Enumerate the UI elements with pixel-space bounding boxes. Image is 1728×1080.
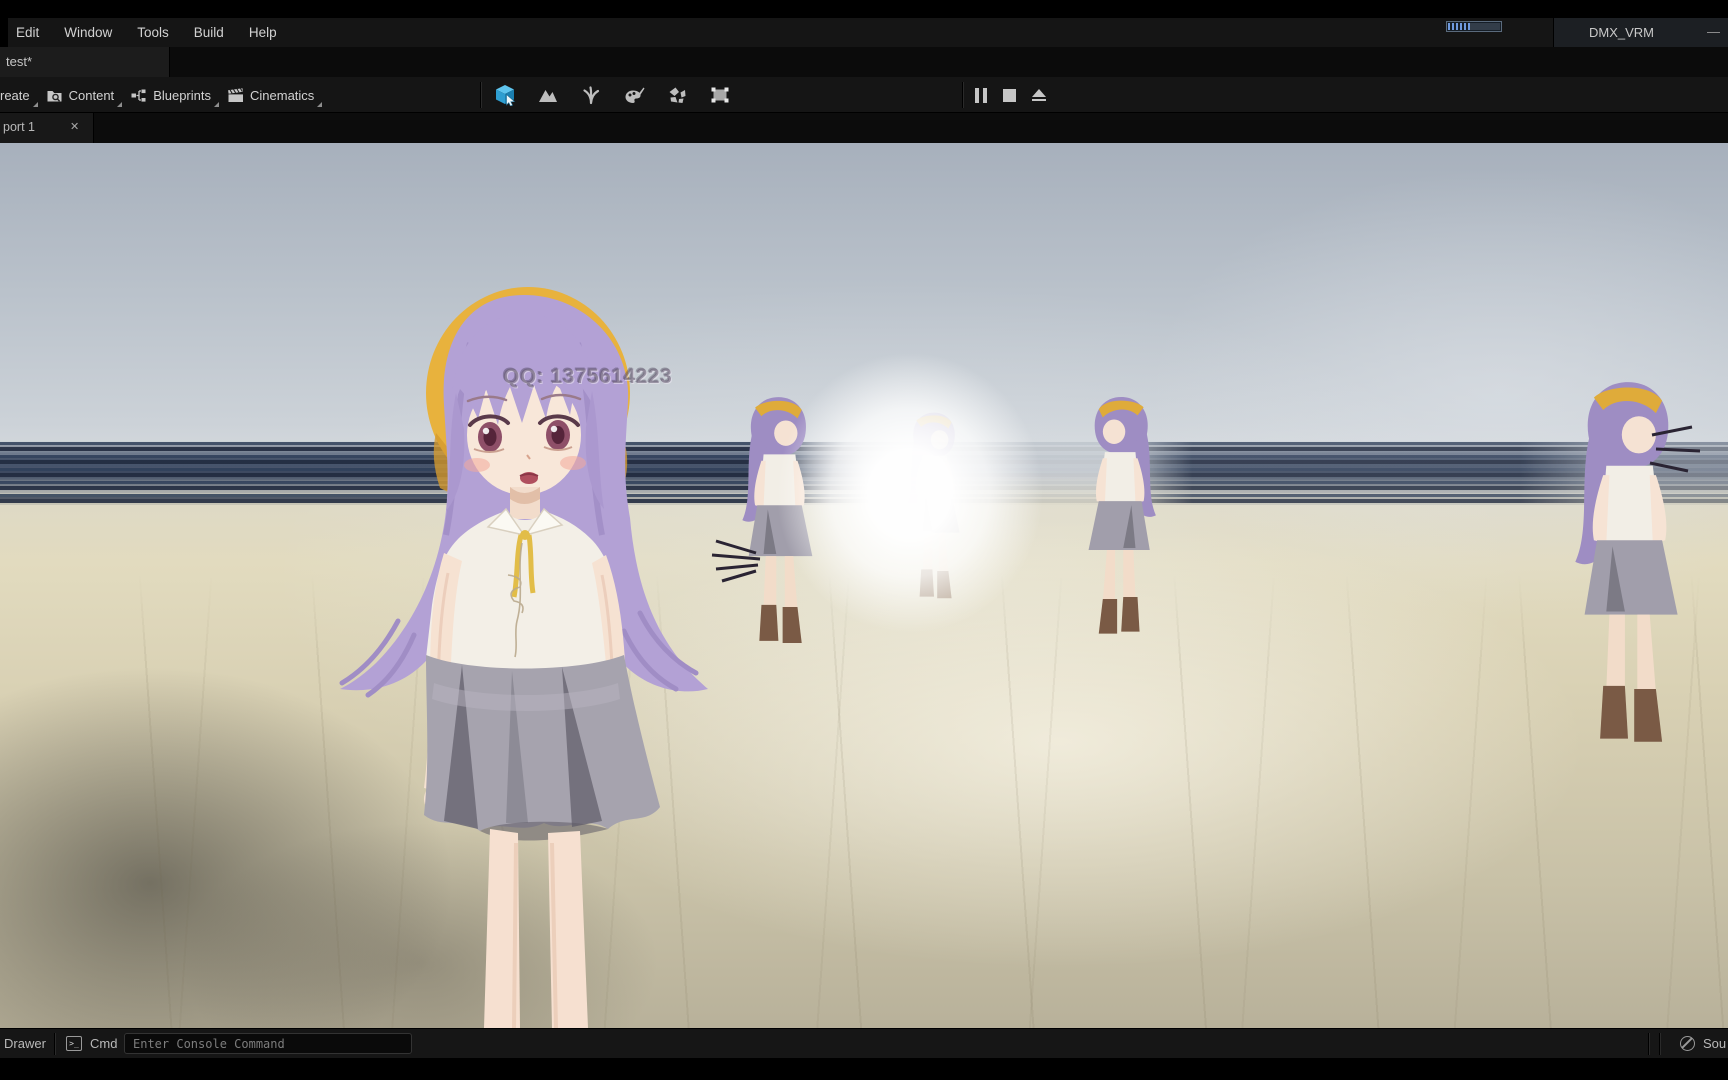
console-command-box	[124, 1033, 412, 1054]
source-control-button[interactable]: Sou	[1703, 1036, 1726, 1051]
memory-indicator	[1446, 21, 1502, 32]
asset-tab-label: test*	[6, 54, 33, 69]
content-button-label: Content	[68, 87, 115, 103]
menu-bar: Edit Window Tools Build Help DMX_VRM —	[0, 18, 1728, 47]
content-folder-icon	[47, 90, 62, 102]
eject-button[interactable]	[1032, 88, 1046, 102]
cinematics-button-label: Cinematics	[250, 87, 315, 103]
menu-help[interactable]: Help	[249, 18, 277, 47]
viewport-tab-label: port 1	[3, 120, 35, 134]
dropdown-corner-icon	[317, 102, 323, 107]
main-character	[339, 287, 708, 1028]
tab-viewport-1[interactable]: port 1 ✕	[0, 113, 94, 143]
window-title-area: DMX_VRM —	[1553, 18, 1728, 47]
close-icon[interactable]: ✕	[70, 120, 79, 133]
terminal-icon: >_	[66, 1036, 82, 1051]
landscape-mode-icon[interactable]	[537, 84, 559, 106]
stop-button[interactable]	[1003, 88, 1016, 102]
editor-modes	[494, 77, 731, 113]
source-control-off-icon	[1680, 1036, 1695, 1051]
console-command-input[interactable]	[125, 1034, 411, 1053]
glitch-wisps-right	[1649, 425, 1701, 473]
status-bar: Drawer >_ Cmd Sou	[0, 1028, 1728, 1058]
statusbar-divider	[54, 1033, 55, 1055]
screen-letterbox	[0, 1058, 1728, 1080]
blueprints-button-label: Blueprints	[153, 87, 211, 103]
memory-indicator-fill	[1448, 23, 1470, 30]
select-mode-icon[interactable]	[494, 84, 516, 106]
level-viewport[interactable]: QQ: 1375614223	[0, 143, 1728, 1028]
clone-character-right-edge	[1575, 382, 1678, 742]
menu-window[interactable]: Window	[64, 18, 112, 47]
statusbar-divider	[1659, 1033, 1660, 1055]
foliage-mode-icon[interactable]	[580, 84, 602, 106]
main-toolbar: reate Content Blueprints Cinematics	[0, 77, 1728, 113]
modeling-mode-icon[interactable]	[709, 84, 731, 106]
content-drawer-button[interactable]: Drawer	[4, 1036, 46, 1051]
blueprints-icon	[131, 89, 146, 102]
fracture-mode-icon[interactable]	[666, 84, 688, 106]
statusbar-divider	[1648, 1033, 1649, 1055]
toolbar-divider	[962, 82, 963, 108]
create-button[interactable]: reate	[0, 77, 42, 113]
create-button-label: reate	[0, 87, 30, 103]
bloom-glow	[720, 293, 1100, 693]
menu-build[interactable]: Build	[194, 18, 224, 47]
toolbar-divider	[480, 82, 481, 108]
viewport-tab-bar: port 1 ✕	[0, 113, 1728, 143]
tab-test-level[interactable]: test*	[0, 47, 170, 77]
dropdown-corner-icon	[117, 102, 123, 107]
dropdown-corner-icon	[32, 102, 38, 107]
menu-edit[interactable]: Edit	[16, 18, 39, 47]
mesh-paint-mode-icon[interactable]	[623, 84, 645, 106]
minimize-button[interactable]: —	[1707, 24, 1720, 39]
unreal-editor-window: Edit Window Tools Build Help DMX_VRM — t…	[0, 0, 1728, 1080]
project-title: DMX_VRM	[1589, 25, 1655, 40]
viewport-watermark: QQ: 1375614223	[503, 365, 673, 388]
cmd-label: Cmd	[90, 1036, 118, 1051]
cinematics-button[interactable]: Cinematics	[223, 77, 326, 113]
content-drawer-button[interactable]: Content	[42, 77, 127, 113]
pause-button[interactable]	[975, 87, 987, 103]
asset-tab-bar: test*	[0, 47, 1728, 77]
memory-indicator-track	[1469, 23, 1500, 30]
cinematics-clapper-icon	[228, 87, 243, 102]
window-edge	[0, 18, 8, 47]
play-controls	[975, 77, 1046, 113]
dropdown-corner-icon	[214, 102, 219, 107]
blueprints-button[interactable]: Blueprints	[126, 77, 223, 113]
menu-tools[interactable]: Tools	[137, 18, 169, 47]
